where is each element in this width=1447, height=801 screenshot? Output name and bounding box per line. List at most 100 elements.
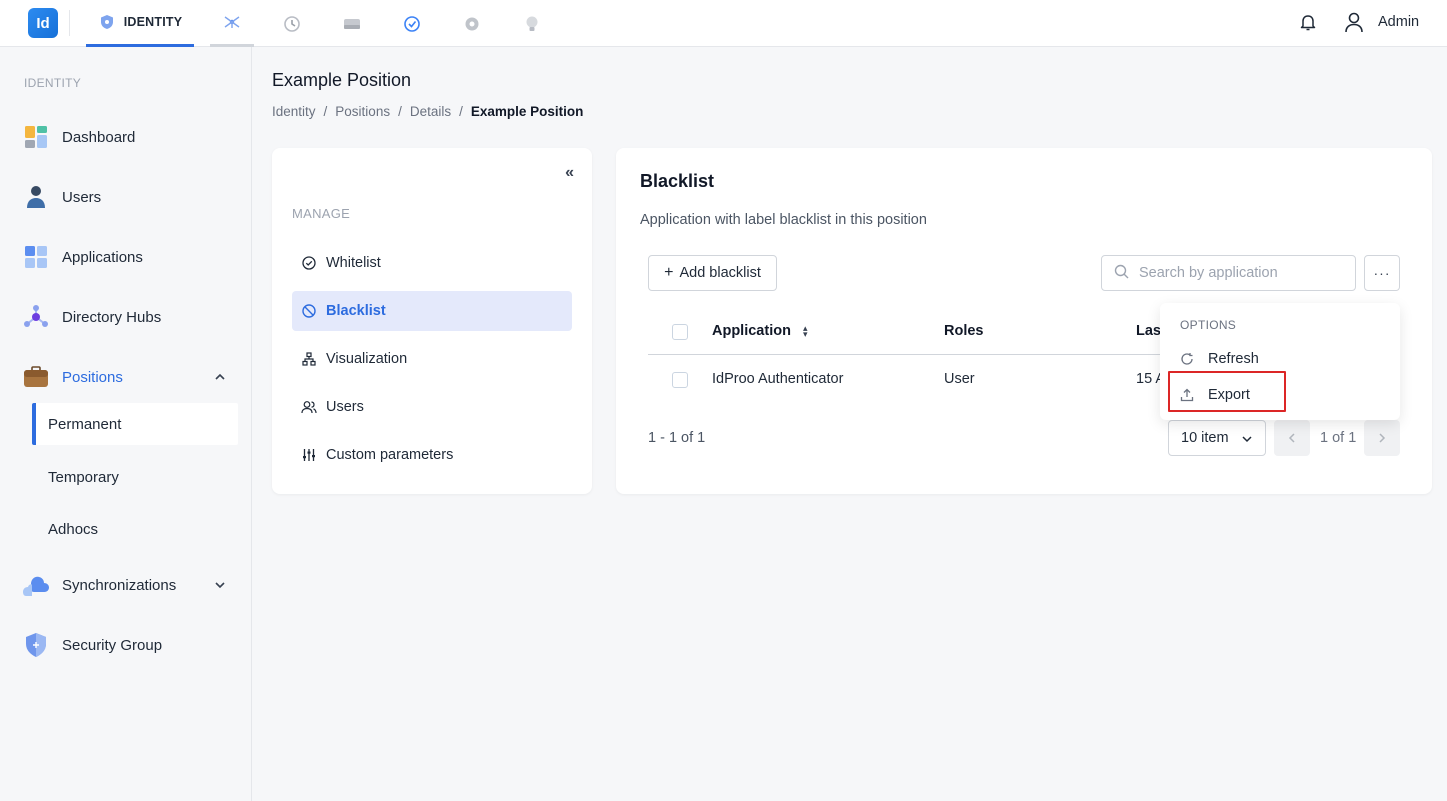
breadcrumb-item[interactable]: Details	[410, 104, 451, 119]
shield-icon	[98, 13, 116, 31]
briefcase-icon	[22, 363, 50, 391]
dashboard-icon	[22, 123, 50, 151]
sidebar-subitem-adhocs[interactable]: Adhocs	[32, 508, 238, 550]
sidebar: IDENTITY Dashboard Users Applications Di…	[0, 47, 252, 801]
section-title: Blacklist	[640, 171, 715, 191]
tab-identity[interactable]: IDENTITY	[86, 0, 194, 47]
chevron-left-icon	[1288, 433, 1295, 443]
block-icon	[301, 303, 317, 319]
cell-roles: User	[944, 371, 975, 387]
tab-clock-check[interactable]	[392, 0, 432, 47]
chevron-right-icon	[1379, 433, 1386, 443]
sidebar-item-directory-hubs[interactable]: Directory Hubs	[22, 297, 237, 337]
tab-settings[interactable]	[452, 0, 492, 47]
search-box[interactable]	[1101, 255, 1356, 291]
column-header-application[interactable]: Application ▴ ▾	[712, 323, 808, 339]
row-checkbox[interactable]	[672, 372, 688, 388]
sidebar-item-security-group[interactable]: Security Group	[22, 625, 237, 665]
more-options-button[interactable]: ···	[1364, 255, 1400, 291]
sidebar-item-label: Users	[62, 188, 102, 206]
sidebar-item-label: Positions	[62, 368, 123, 386]
history-icon	[283, 15, 301, 33]
sidebar-item-synchronizations[interactable]: Synchronizations	[22, 565, 237, 605]
applications-icon	[22, 243, 50, 271]
options-menu: OPTIONS Refresh Export	[1160, 303, 1400, 420]
tree-icon	[301, 351, 317, 367]
collapse-panel-button[interactable]: «	[565, 164, 574, 182]
gear-icon	[463, 15, 481, 33]
options-menu-header: OPTIONS	[1180, 318, 1237, 332]
add-blacklist-button[interactable]: + Add blacklist	[648, 255, 777, 291]
sidebar-item-label: Dashboard	[62, 128, 136, 146]
hub-icon	[22, 303, 50, 331]
tab-identity-label: IDENTITY	[123, 15, 183, 29]
sidebar-item-label: Directory Hubs	[62, 308, 162, 326]
user-avatar-icon[interactable]	[1344, 11, 1364, 33]
sidebar-item-label: Synchronizations	[62, 576, 177, 594]
top-bar: Id IDENTITY Admin	[0, 0, 1447, 47]
sidebar-item-applications[interactable]: Applications	[22, 237, 237, 277]
manage-section-label: MANAGE	[292, 206, 351, 221]
prev-page-button[interactable]	[1274, 420, 1310, 456]
column-header-label: Application	[712, 323, 791, 339]
breadcrumb-current: Example Position	[470, 104, 584, 119]
manage-item-label: Visualization	[326, 351, 408, 367]
user-icon	[22, 183, 50, 211]
refresh-icon	[1180, 352, 1194, 366]
sliders-icon	[301, 447, 317, 463]
breadcrumb: Identity / Positions / Details / Example…	[272, 104, 583, 119]
column-header-last: Las	[1136, 323, 1161, 339]
sidebar-item-users[interactable]: Users	[22, 177, 237, 217]
sidebar-section-label: IDENTITY	[24, 76, 82, 90]
manage-item-label: Whitelist	[326, 255, 381, 271]
menu-item-label: Refresh	[1208, 351, 1259, 367]
sort-icon[interactable]: ▴ ▾	[803, 324, 808, 339]
storage-icon	[343, 15, 361, 33]
manage-item-custom-parameters[interactable]: Custom parameters	[292, 435, 572, 475]
manage-item-label: Custom parameters	[326, 447, 454, 463]
pagination-range: 1 - 1 of 1	[648, 430, 706, 446]
tab-ideas[interactable]	[512, 0, 552, 47]
lightbulb-icon	[523, 15, 541, 33]
menu-item-refresh[interactable]: Refresh	[1180, 347, 1259, 371]
search-input[interactable]	[1139, 265, 1339, 281]
manage-panel: « MANAGE Whitelist Blacklist Visualizati…	[272, 148, 592, 494]
manage-item-blacklist[interactable]: Blacklist	[292, 291, 572, 331]
page-indicator: 1 of 1	[1320, 430, 1357, 446]
sidebar-item-positions[interactable]: Positions	[22, 357, 237, 397]
chevron-up-icon[interactable]	[213, 370, 227, 384]
user-name[interactable]: Admin	[1378, 14, 1419, 30]
sidebar-subitem-permanent[interactable]: Permanent	[32, 403, 238, 445]
manage-item-whitelist[interactable]: Whitelist	[292, 243, 572, 283]
menu-item-export[interactable]: Export	[1180, 383, 1250, 407]
cell-application: IdProo Authenticator	[712, 371, 844, 387]
clock-check-icon	[403, 15, 421, 33]
upload-icon	[1180, 388, 1194, 402]
breadcrumb-item[interactable]: Positions	[335, 104, 390, 119]
chevron-down-icon[interactable]	[213, 578, 227, 592]
breadcrumb-separator: /	[459, 104, 463, 119]
manage-item-visualization[interactable]: Visualization	[292, 339, 572, 379]
menu-item-label: Export	[1208, 387, 1250, 403]
breadcrumb-item[interactable]: Identity	[272, 104, 316, 119]
tab-storage[interactable]	[332, 0, 372, 47]
check-circle-icon	[301, 255, 317, 271]
sidebar-subitem-temporary[interactable]: Temporary	[32, 456, 238, 498]
manage-item-label: Blacklist	[326, 303, 386, 319]
page-size-select[interactable]: 10 item	[1168, 420, 1266, 456]
manage-item-users[interactable]: Users	[292, 387, 572, 427]
tab-network[interactable]	[210, 0, 254, 47]
plus-icon: +	[664, 264, 674, 281]
bell-icon[interactable]	[1298, 12, 1318, 32]
next-page-button[interactable]	[1364, 420, 1400, 456]
manage-item-label: Users	[326, 399, 364, 415]
page-title: Example Position	[272, 70, 412, 90]
add-blacklist-label: Add blacklist	[679, 265, 761, 281]
select-all-checkbox[interactable]	[672, 324, 688, 340]
sidebar-item-dashboard[interactable]: Dashboard	[22, 117, 237, 157]
tab-history[interactable]	[272, 0, 312, 47]
search-icon	[1114, 264, 1129, 282]
app-logo[interactable]: Id	[28, 8, 58, 38]
users-icon	[301, 399, 317, 415]
section-subtitle: Application with label blacklist in this…	[640, 212, 927, 228]
